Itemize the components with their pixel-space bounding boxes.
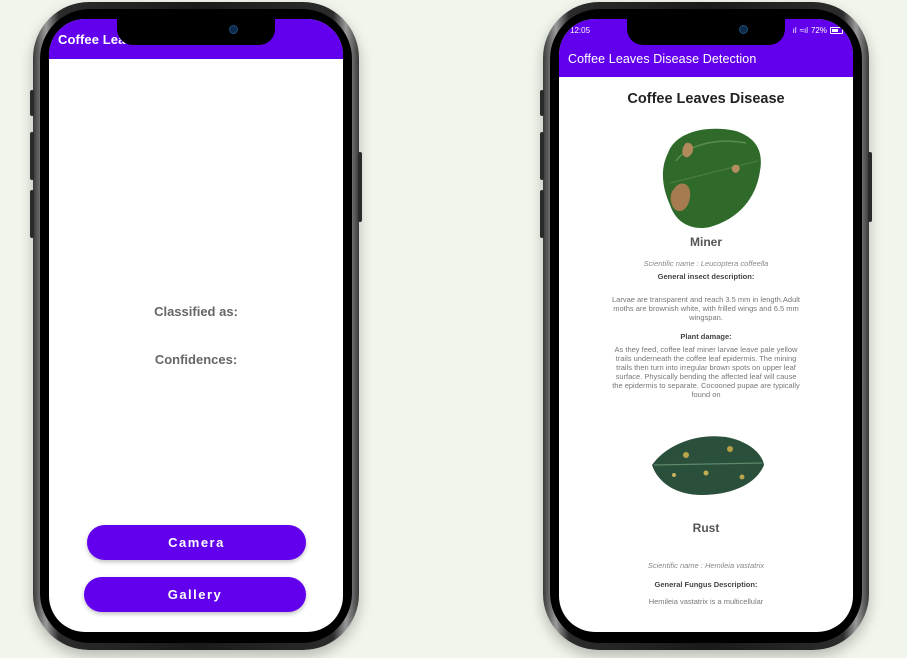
notch (627, 19, 785, 45)
section-title: Plant damage: (680, 332, 732, 341)
volume-button (30, 90, 34, 116)
phone-frame-right: 12:05 ıl ≈ıl 72% Coffee Leaves Disease D… (540, 2, 872, 650)
power-button (868, 152, 872, 222)
power-button (358, 152, 362, 222)
front-camera-icon (739, 25, 748, 34)
battery-icon (830, 26, 843, 34)
confidences-label: Confidences: (154, 352, 238, 367)
camera-button[interactable]: Camera (87, 525, 306, 560)
rust-leaf-image (646, 399, 766, 517)
page-heading: Coffee Leaves Disease (627, 91, 785, 107)
notch (117, 19, 275, 45)
volume-button (540, 90, 544, 116)
disease-name: Rust (692, 521, 720, 535)
battery-level: 72% (810, 25, 827, 35)
section-title: General Fungus Description: (654, 580, 758, 589)
classified-label: Classified as: (154, 304, 238, 319)
scroll-content[interactable]: Coffee Leaves Disease Miner Scientific n… (559, 91, 853, 606)
volume-button (540, 132, 544, 180)
status-time: 12:05 (570, 25, 591, 35)
disease-name: Miner (689, 235, 722, 249)
wifi-signal-icon: ≈ıl (799, 25, 808, 35)
section-title: General insect description: (657, 272, 755, 281)
section-text: As they feed, coffee leaf miner larvae l… (612, 345, 800, 399)
app-title: Coffee Leaves Disease Detection (568, 52, 757, 66)
signal-icon: ıl (792, 25, 797, 35)
section-text: Hemileia vastatrix is a multicellular (648, 597, 764, 606)
screen-left: Coffee Leaves Disease Detection Classifi… (49, 19, 343, 632)
scientific-name: Scientific name : Hemileia vastatrix (647, 561, 765, 570)
gallery-button[interactable]: Gallery (84, 577, 306, 612)
volume-button (540, 190, 544, 238)
volume-button (30, 132, 34, 180)
volume-button (30, 190, 34, 238)
section-text: Larvae are transparent and reach 3.5 mm … (611, 295, 801, 322)
app-bar: Coffee Leaves Disease Detection (559, 41, 853, 77)
screen-right: 12:05 ıl ≈ıl 72% Coffee Leaves Disease D… (559, 19, 853, 632)
scientific-name: Scientific name : Leucoptera coffeella (643, 259, 769, 268)
phone-frame-left: Coffee Leaves Disease Detection Classifi… (30, 2, 362, 650)
miner-leaf-image (646, 113, 766, 231)
front-camera-icon (229, 25, 238, 34)
